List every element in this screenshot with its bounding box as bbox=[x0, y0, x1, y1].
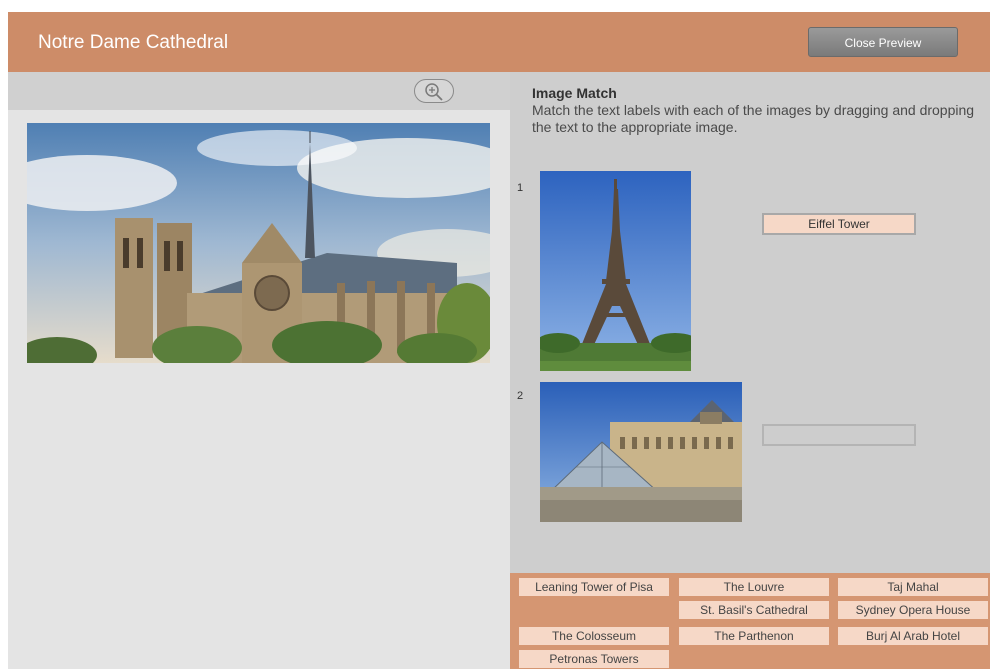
image-viewer-panel bbox=[8, 72, 510, 669]
activity-instructions: Match the text labels with each of the i… bbox=[532, 102, 975, 135]
label-chip[interactable]: Petronas Towers bbox=[519, 650, 669, 668]
label-chip[interactable]: Burj Al Arab Hotel bbox=[838, 627, 988, 645]
top-cut-text bbox=[0, 0, 998, 12]
image-match-panel: Image Match Match the text labels with e… bbox=[510, 72, 990, 573]
label-chip[interactable]: St. Basil's Cathedral bbox=[679, 601, 829, 619]
drop-zone-1[interactable]: Eiffel Tower bbox=[762, 213, 916, 235]
zoom-button[interactable] bbox=[414, 79, 454, 103]
header-bar: Notre Dame Cathedral Close Preview bbox=[8, 12, 990, 72]
label-chip[interactable]: Leaning Tower of Pisa bbox=[519, 578, 669, 596]
label-chip[interactable]: The Parthenon bbox=[679, 627, 829, 645]
activity-title: Image Match bbox=[532, 85, 617, 101]
label-chip[interactable]: Taj Mahal bbox=[838, 578, 988, 596]
notre-dame-image bbox=[27, 123, 490, 363]
label-chip[interactable]: Sydney Opera House bbox=[838, 601, 988, 619]
drop-zone-2[interactable] bbox=[762, 424, 916, 446]
eiffel-tower-image bbox=[540, 171, 691, 371]
item-number: 1 bbox=[517, 182, 524, 194]
zoom-in-icon bbox=[425, 83, 443, 101]
louvre-pyramid-image bbox=[540, 382, 742, 522]
item-number: 2 bbox=[517, 390, 524, 402]
label-chip[interactable]: The Louvre bbox=[679, 578, 829, 596]
page-title: Notre Dame Cathedral bbox=[38, 32, 229, 53]
close-preview-button[interactable]: Close Preview bbox=[808, 27, 958, 57]
word-bank: Leaning Tower of Pisa The Louvre Taj Mah… bbox=[510, 573, 990, 669]
image-toolbar bbox=[8, 72, 510, 110]
label-chip[interactable]: The Colosseum bbox=[519, 627, 669, 645]
